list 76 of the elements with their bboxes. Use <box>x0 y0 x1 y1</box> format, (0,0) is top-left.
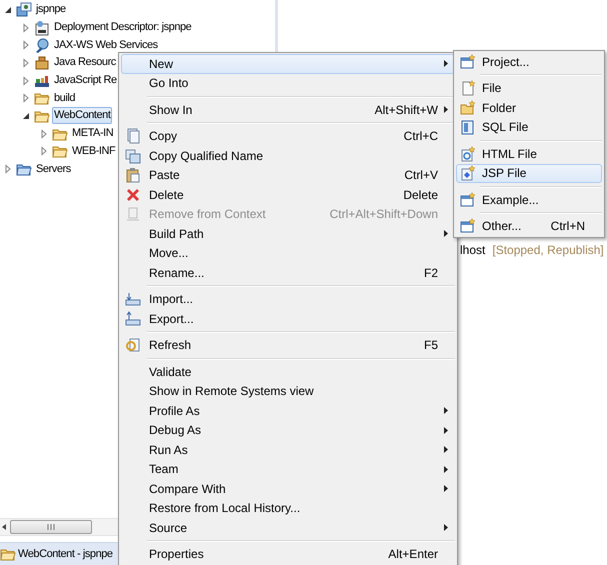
documents-icon <box>125 148 141 164</box>
folder-star-icon <box>460 100 476 116</box>
menu-item[interactable]: Other... Ctrl+N <box>456 216 602 236</box>
menu-item[interactable]: Run As <box>121 440 455 460</box>
menu-item[interactable]: Validate <box>121 362 455 382</box>
tree-item[interactable]: jspnpe <box>34 1 68 18</box>
server-state: [Stopped, Republish] <box>492 243 604 257</box>
shortcut-text: Ctrl+V <box>403 168 438 182</box>
document-icon <box>125 128 141 144</box>
menu-item[interactable]: Copy Qualified Name <box>121 146 455 166</box>
tree-item[interactable]: META-IN <box>70 125 116 142</box>
tree-item[interactable]: WEB-INF <box>70 142 118 160</box>
menu-item[interactable]: Move... <box>121 244 455 263</box>
menu-item[interactable]: Rename... F2 <box>121 263 455 282</box>
tree-item[interactable]: Deployment Descriptor: jspnpe <box>52 19 194 36</box>
shortcut-text: Ctrl+C <box>402 129 438 144</box>
expand-arrow-icon[interactable] <box>3 4 13 15</box>
jar-icon <box>34 54 50 71</box>
menu-item[interactable]: Source <box>121 518 455 538</box>
shortcut-text: Alt+Enter <box>387 547 438 562</box>
shortcut-text: Ctrl+Alt+Shift+Down <box>328 207 438 222</box>
menu-item[interactable]: Build Path <box>121 224 455 244</box>
window-star-icon <box>460 192 476 208</box>
tree-item[interactable]: Servers <box>34 160 73 178</box>
shortcut-text: Delete <box>402 188 438 202</box>
jsp-page-icon <box>460 165 476 182</box>
tree-item[interactable]: build <box>52 90 77 107</box>
clipboard-icon <box>125 167 141 184</box>
menu-item[interactable]: JSP File <box>456 164 602 183</box>
menu-item[interactable]: File <box>456 78 602 98</box>
menu-item[interactable]: Export... <box>121 309 455 328</box>
scroll-left-icon[interactable] <box>0 523 8 531</box>
menu-item[interactable]: Folder <box>456 98 602 118</box>
shortcut-text: F2 <box>422 266 438 280</box>
menu-item[interactable]: New <box>121 54 455 74</box>
server-name: lhost <box>460 243 486 257</box>
scrollbar-thumb[interactable] <box>10 520 92 534</box>
database-page-icon <box>460 119 476 136</box>
tree-item[interactable]: JAX-WS Web Services <box>52 36 160 54</box>
menu-item[interactable]: Compare With <box>121 479 455 498</box>
expand-arrow-icon[interactable] <box>21 110 31 121</box>
menu-item[interactable]: Team <box>121 460 455 479</box>
menu-item[interactable]: Go Into <box>121 74 455 93</box>
menu-item[interactable]: Properties Alt+Enter <box>121 544 455 564</box>
shortcut-text: Ctrl+N <box>550 219 585 234</box>
faded-document-icon <box>125 206 141 222</box>
refresh-icon <box>125 337 141 354</box>
menu-item[interactable]: Debug As <box>121 420 455 440</box>
menu-item[interactable]: Paste Ctrl+V <box>121 166 455 185</box>
tray-arrow-icon <box>125 310 141 327</box>
descriptor-icon <box>34 20 50 36</box>
project-icon <box>16 2 32 18</box>
tree-item[interactable]: Java Resourc <box>52 54 118 72</box>
status-text: WebContent - jspnpe <box>18 548 113 560</box>
menu-item[interactable]: Show in Remote Systems view <box>121 382 455 401</box>
menu-item[interactable]: Project... <box>456 52 602 72</box>
tray-arrow-icon <box>125 291 141 308</box>
tree-item[interactable]: WebContent <box>52 107 112 124</box>
menu-item[interactable]: Example... <box>456 190 602 210</box>
menu-item[interactable]: Copy Ctrl+C <box>121 126 455 146</box>
menu-item[interactable]: Show In Alt+Shift+W <box>121 100 455 120</box>
menu-item[interactable]: Refresh F5 <box>121 336 455 355</box>
menu-item[interactable]: Restore from Local History... <box>121 498 455 518</box>
shortcut-text: F5 <box>422 338 438 352</box>
menu-item[interactable]: SQL File <box>456 118 602 137</box>
shortcut-text: Alt+Shift+W <box>374 102 438 117</box>
menu-item[interactable]: Import... <box>121 290 455 309</box>
tree-item[interactable]: JavaScript Re <box>52 72 119 90</box>
menu-item[interactable]: Delete Delete <box>121 185 455 204</box>
window-star-icon <box>460 54 476 70</box>
html-page-icon <box>460 146 476 162</box>
menu-item[interactable]: HTML File <box>456 144 602 164</box>
menu-item[interactable]: Profile As <box>121 401 455 420</box>
window-star-icon <box>460 218 476 234</box>
page-star-icon <box>460 80 476 96</box>
cross-icon <box>125 186 141 203</box>
